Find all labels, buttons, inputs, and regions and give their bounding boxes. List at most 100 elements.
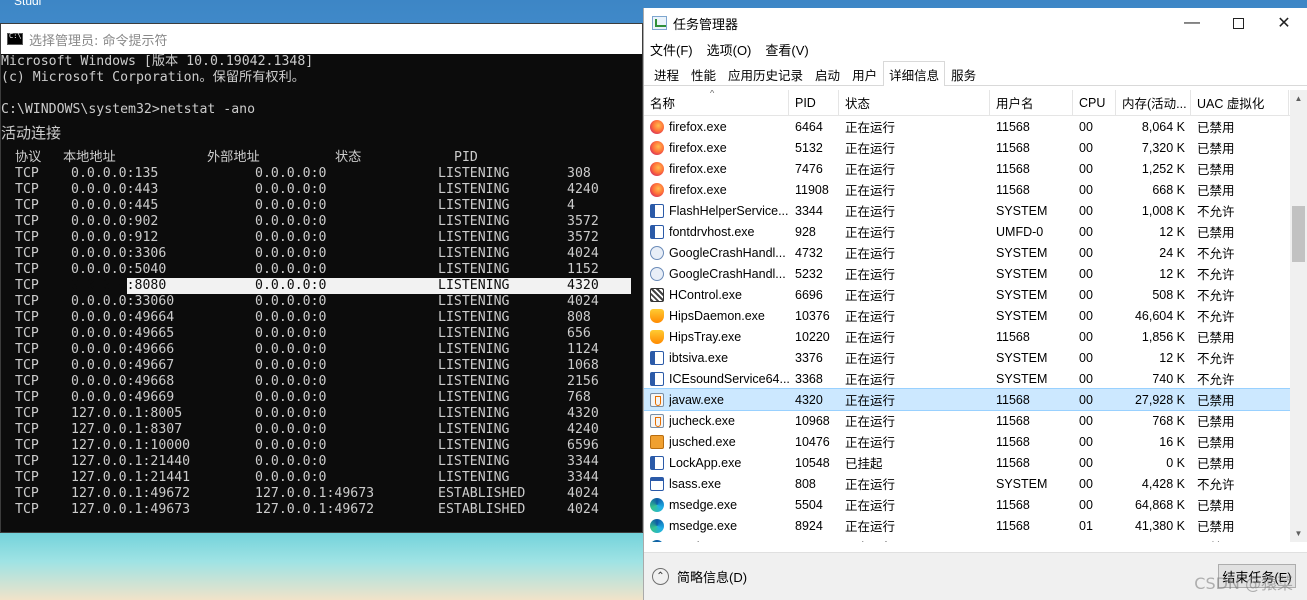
tab-app-history[interactable]: 应用历史记录 (722, 63, 809, 85)
cmd-titlebar[interactable]: 选择管理员: 命令提示符 (1, 24, 642, 54)
process-status: 正在运行 (845, 268, 896, 282)
process-row[interactable]: HipsDaemon.exe 10376 正在运行 SYSTEM 00 46,604 K 不… (644, 305, 1307, 326)
scrollbar-thumb[interactable] (1292, 206, 1305, 262)
process-row[interactable]: GoogleCrashHandl... 4732 正在运行 SYSTEM 00 24 K 不… (644, 242, 1307, 263)
process-cpu: 00 (1079, 287, 1093, 302)
process-row[interactable]: firefox.exe 6464 正在运行 11568 00 8,064 K 已禁用 (644, 116, 1307, 137)
hcontrol-icon (650, 287, 664, 302)
column-header-cpu[interactable]: CPU (1073, 90, 1116, 115)
process-name: firefox.exe (669, 161, 727, 176)
process-name-cell: HipsTray.exe (644, 329, 789, 344)
process-row[interactable]: HControl.exe 6696 正在运行 SYSTEM 00 508 K 不允许 (644, 284, 1307, 305)
process-memory: 24 K (1159, 245, 1185, 260)
process-row[interactable]: FlashHelperService... 3344 正在运行 SYSTEM 00 1,0… (644, 200, 1307, 221)
process-cpu: 00 (1079, 455, 1093, 470)
process-row[interactable]: firefox.exe 7476 正在运行 11568 00 1,252 K 已禁用 (644, 158, 1307, 179)
process-row[interactable]: ICEsoundService64... 3368 正在运行 SYSTEM 00 740 … (644, 368, 1307, 389)
lsass-icon (650, 476, 664, 491)
netstat-local-address: 0.0.0.0:8080 (71, 278, 167, 293)
desktop-icon-label[interactable]: Studi (14, 0, 41, 8)
menu-view[interactable]: 查看(V) (765, 40, 808, 59)
process-row[interactable]: msedge.exe 8924 正在运行 11568 01 41,380 K 已禁用 (644, 515, 1307, 536)
process-status: 正在运行 (845, 142, 896, 156)
process-row[interactable]: GoogleCrashHandl... 5232 正在运行 SYSTEM 00 12 K 不… (644, 263, 1307, 284)
netstat-foreign-address: 0.0.0.0:0 (255, 438, 327, 453)
column-header-user[interactable]: 用户名 (990, 90, 1073, 115)
process-row[interactable]: jusched.exe 10476 正在运行 11568 00 16 K 已禁用 (644, 431, 1307, 452)
menu-options[interactable]: 选项(O) (707, 40, 752, 59)
command-prompt-window[interactable]: 选择管理员: 命令提示符 Microsoft Windows [版本 10.0.… (0, 23, 643, 533)
process-name: HipsTray.exe (669, 329, 742, 344)
process-row[interactable]: ibtsiva.exe 3376 正在运行 SYSTEM 00 12 K 不允许 (644, 347, 1307, 368)
process-memory: 12 K (1159, 266, 1185, 281)
process-user: SYSTEM (996, 371, 1048, 386)
netstat-local-address: 127.0.0.1:49673 (71, 502, 191, 517)
netstat-local-address: 0.0.0.0:49669 (71, 390, 175, 405)
scroll-up-icon[interactable]: ▲ (1290, 90, 1307, 107)
fewer-details-label: 简略信息(D) (677, 570, 748, 585)
process-name-cell: firefox.exe (644, 140, 789, 155)
google-icon (650, 266, 664, 281)
netstat-proto: TCP (15, 422, 39, 437)
details-grid[interactable]: ^ 名称 PID 状态 用户名 CPU 内存(活动... UAC 虚拟化 fir… (644, 90, 1307, 542)
tab-processes[interactable]: 进程 (648, 63, 685, 85)
firefox-icon (650, 182, 664, 197)
cmd-console[interactable]: Microsoft Windows [版本 10.0.19042.1348] (… (1, 54, 642, 518)
process-memory: 12 K (1159, 224, 1185, 239)
netstat-proto: TCP (15, 214, 39, 229)
netstat-proto: TCP (15, 390, 39, 405)
vertical-scrollbar[interactable]: ▲ ▼ (1290, 90, 1307, 542)
tab-details[interactable]: 详细信息 (883, 61, 946, 86)
process-name-cell: jucheck.exe (644, 413, 789, 428)
process-name-cell: firefox.exe (644, 161, 789, 176)
process-row[interactable]: msedge.exe 9504正在运行1156800512 K已禁用 (644, 536, 1307, 542)
task-manager-window[interactable]: 任务管理器 — ✕ 文件(F) 选项(O) 查看(V) 进程 性能 应用历史记录… (643, 8, 1307, 600)
tab-startup[interactable]: 启动 (809, 63, 846, 85)
firefox-icon (650, 119, 664, 134)
column-header-pid[interactable]: PID (789, 90, 839, 115)
tab-performance[interactable]: 性能 (685, 63, 722, 85)
fewer-details-button[interactable]: ⌃ 简略信息(D) (652, 567, 747, 586)
netstat-row: TCP 0.0.0.0:445 0.0.0.0:0 LISTENING 4 (1, 198, 642, 214)
process-status: 正在运行 (845, 352, 896, 366)
netstat-local-address: 127.0.0.1:8307 (71, 422, 183, 437)
netstat-proto: TCP (15, 454, 39, 469)
netstat-foreign-address: 0.0.0.0:0 (255, 278, 327, 293)
process-row[interactable]: LockApp.exe 10548 已挂起 11568 00 0 K 已禁用 (644, 452, 1307, 473)
process-memory: 0 K (1166, 455, 1185, 470)
process-name: ibtsiva.exe (669, 350, 729, 365)
taskmgr-titlebar[interactable]: 任务管理器 — ✕ (644, 8, 1307, 38)
tab-services[interactable]: 服务 (945, 63, 982, 85)
netstat-pid: 6596 (567, 438, 599, 453)
netstat-state: LISTENING (438, 310, 510, 325)
scroll-down-icon[interactable]: ▼ (1290, 525, 1307, 542)
netstat-state: LISTENING (438, 358, 510, 373)
process-user: 11568 (996, 140, 1030, 155)
process-memory: 7,320 K (1141, 140, 1185, 155)
column-header-status[interactable]: 状态 (839, 90, 990, 115)
process-row[interactable]: msedge.exe 5504 正在运行 11568 00 64,868 K 已禁用 (644, 494, 1307, 515)
process-pid: 3344 (795, 203, 823, 218)
process-row[interactable]: jucheck.exe 10968 正在运行 11568 00 768 K 已禁用 (644, 410, 1307, 431)
process-pid: 10376 (795, 308, 830, 323)
process-pid: 10968 (795, 413, 830, 428)
minimize-button[interactable]: — (1169, 8, 1215, 38)
column-header-memory[interactable]: 内存(活动... (1116, 90, 1191, 115)
process-row[interactable]: lsass.exe 808 正在运行 SYSTEM 00 4,428 K 不允许 (644, 473, 1307, 494)
process-name-cell: lsass.exe (644, 476, 789, 491)
taskmgr-title: 任务管理器 (673, 16, 739, 32)
process-row[interactable]: firefox.exe 5132 正在运行 11568 00 7,320 K 已禁用 (644, 137, 1307, 158)
menu-file[interactable]: 文件(F) (650, 40, 693, 59)
netstat-row: TCP 0.0.0.0:3306 0.0.0.0:0 LISTENING 4024 (1, 246, 642, 262)
column-header-uac[interactable]: UAC 虚拟化 (1191, 90, 1289, 115)
process-pid: 10220 (795, 329, 830, 344)
process-row[interactable]: javaw.exe 4320 正在运行 11568 00 27,928 K 已禁用 (644, 388, 1307, 411)
close-button[interactable]: ✕ (1261, 8, 1307, 38)
column-header-name[interactable]: ^ 名称 (644, 90, 789, 115)
maximize-button[interactable] (1215, 8, 1261, 38)
process-row[interactable]: firefox.exe 11908 正在运行 11568 00 668 K 已禁用 (644, 179, 1307, 200)
cmd-blank (1, 86, 642, 102)
tab-users[interactable]: 用户 (846, 63, 883, 85)
process-row[interactable]: fontdrvhost.exe 928 正在运行 UMFD-0 00 12 K 已禁用 (644, 221, 1307, 242)
process-row[interactable]: HipsTray.exe 10220 正在运行 11568 00 1,856 K 已禁用 (644, 326, 1307, 347)
